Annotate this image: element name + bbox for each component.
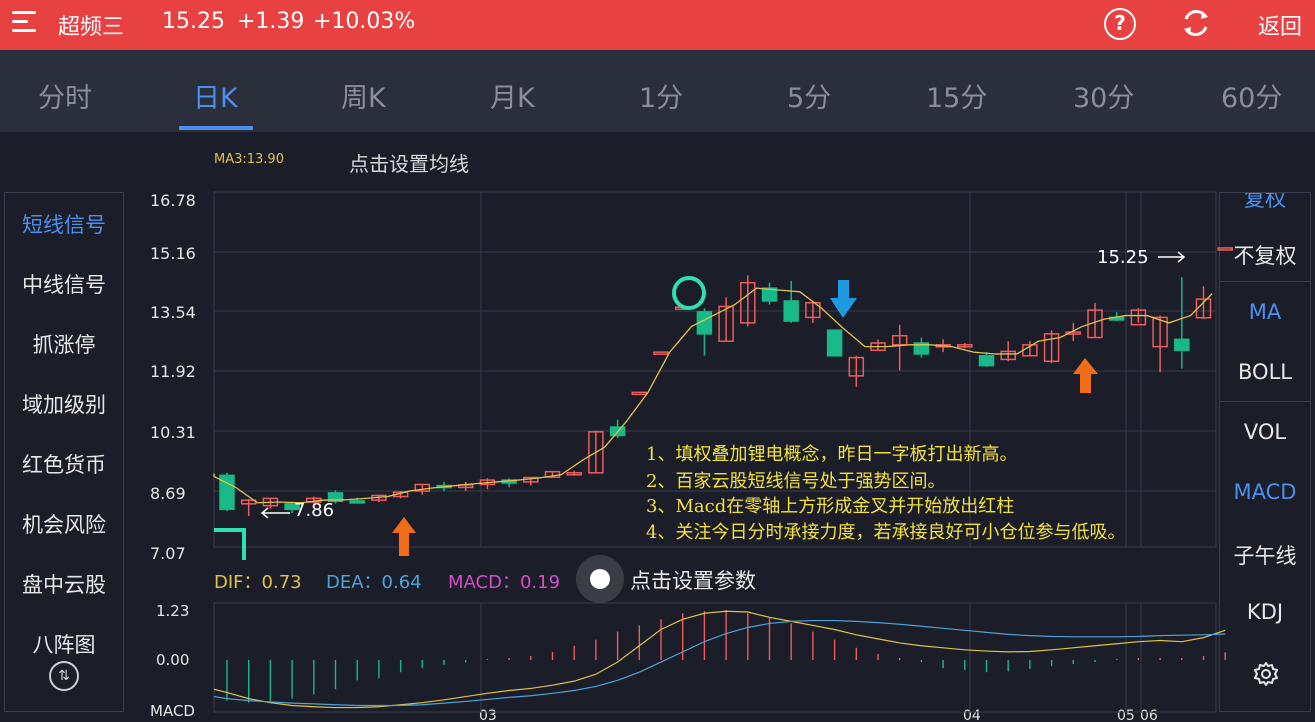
candle-body <box>826 329 843 357</box>
candle-body <box>1174 338 1190 352</box>
candle-body <box>783 300 799 322</box>
bracket-mark <box>214 528 246 560</box>
indicator-settings-label[interactable]: 点击设置参数 <box>630 565 756 595</box>
low-price-marker: 7.86 <box>294 500 335 521</box>
dif-line <box>213 610 1226 709</box>
last-price-marker: 15.25 <box>1097 247 1149 268</box>
annotation-line: 1、填权叠加锂电概念，昨日一字板打出新高。 <box>646 444 1018 465</box>
candle-body <box>653 351 669 355</box>
highlight-circle <box>672 276 706 310</box>
annotation-line: 3、Macd在零轴上方形成金叉并开始放出红柱 <box>646 496 1015 517</box>
annotation-line: 2、百家云股短线信号处于强势区间。 <box>646 471 946 492</box>
sell-arrow-icon <box>830 280 857 318</box>
buy-arrow-icon <box>392 517 416 556</box>
macd-grid <box>213 602 1217 713</box>
candle-body <box>978 355 995 367</box>
macd-value: MACD：0.19 <box>448 572 561 593</box>
app-root: 超频三 15.25 +1.39 +10.03% ? 返回 分时 日K 周K 月K… <box>0 0 1315 722</box>
candle-body <box>631 391 648 396</box>
annotation-line: 4、关注今日分时承接力度，若承接良好可小仓位参与低吸。 <box>646 522 1126 543</box>
kline-chart[interactable] <box>0 0 1315 722</box>
dea-value: DEA：0.64 <box>326 572 422 593</box>
buy-arrow-icon <box>1073 358 1098 393</box>
dif-value: DIF：0.73 <box>214 572 302 593</box>
indicator-settings-toggle[interactable] <box>576 555 624 603</box>
candle-body <box>349 500 365 504</box>
last-marker-arrow <box>1158 251 1186 263</box>
candle-body <box>1217 247 1233 251</box>
